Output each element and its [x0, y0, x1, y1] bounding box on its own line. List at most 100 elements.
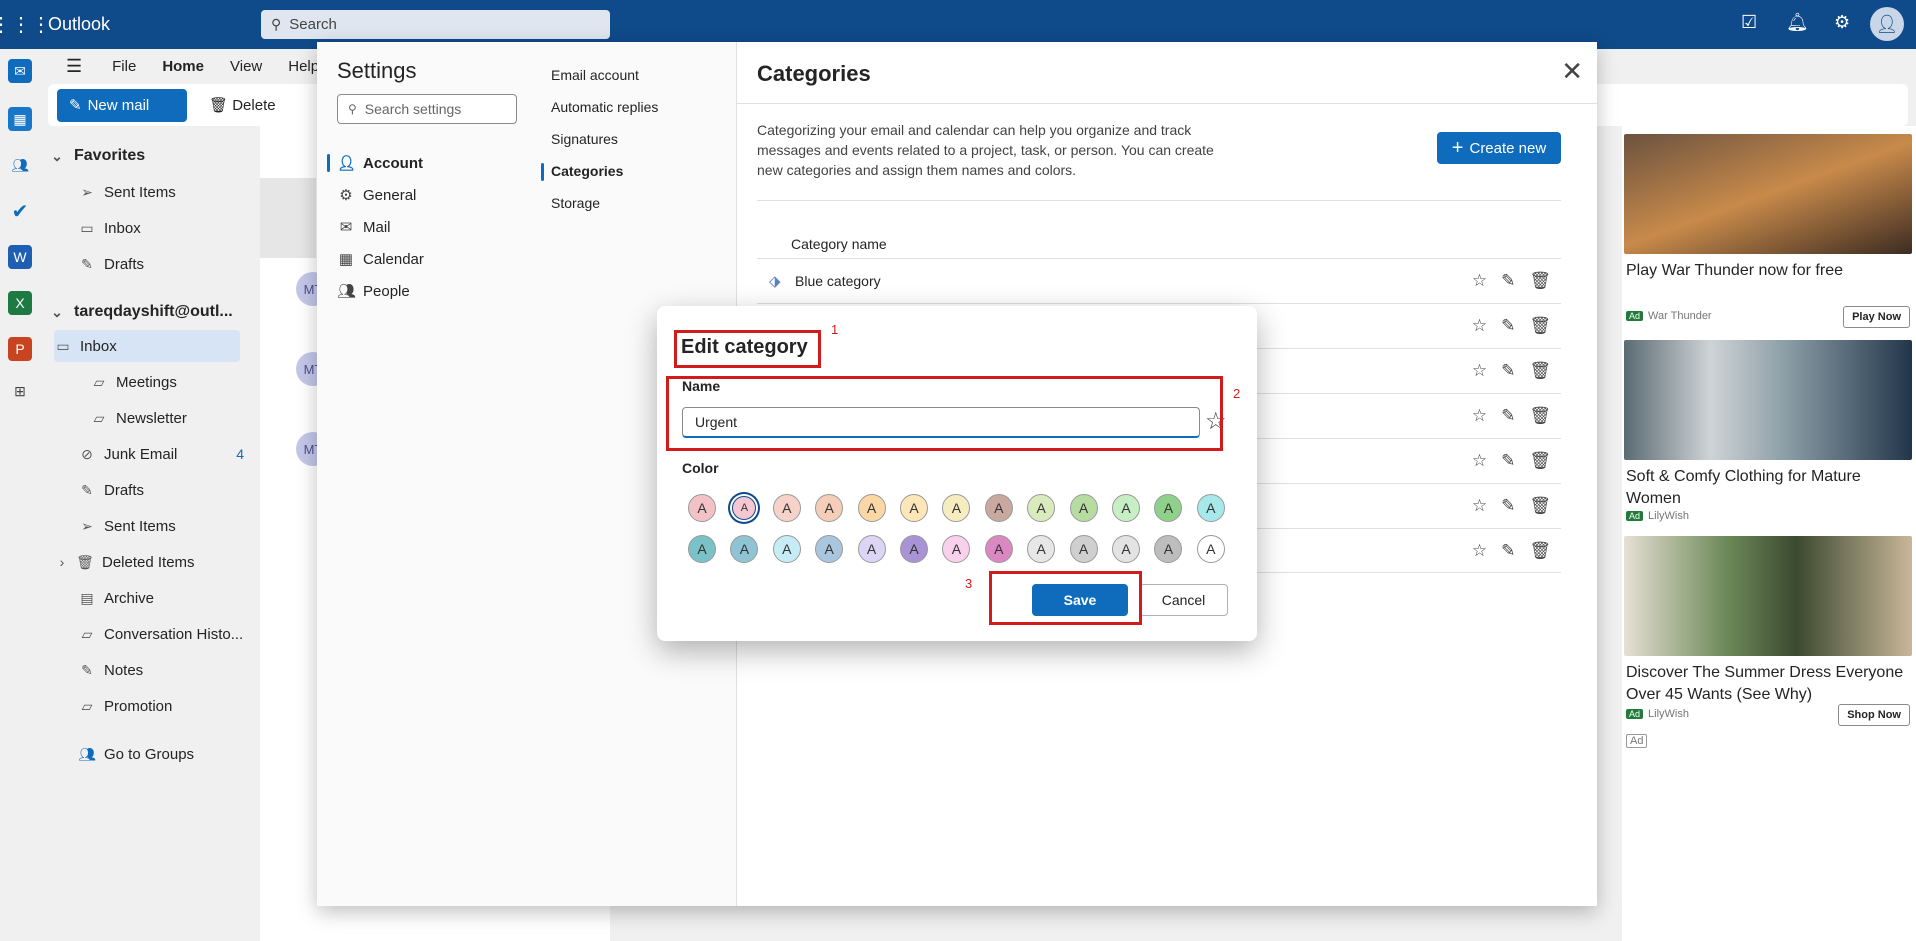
bell-icon[interactable]: 🔔︎	[1786, 12, 1809, 33]
star-icon[interactable]: ☆	[1472, 451, 1487, 471]
star-icon[interactable]: ☆	[1472, 541, 1487, 561]
favorites-header[interactable]: ⌄ Favorites	[48, 140, 248, 172]
todo-app-icon[interactable]: ✔	[8, 199, 32, 223]
word-icon[interactable]: W	[8, 245, 32, 269]
star-icon[interactable]: ☆	[1472, 271, 1487, 291]
folder-notes[interactable]: ✎ Notes	[78, 654, 278, 686]
edit-icon[interactable]: ✎	[1501, 451, 1515, 471]
avatar[interactable]: 👤︎	[1870, 7, 1904, 41]
color-swatch[interactable]: A	[1027, 535, 1056, 563]
star-icon[interactable]: ☆	[1472, 361, 1487, 381]
color-swatch[interactable]: A	[732, 496, 757, 520]
category-row[interactable]: ⬗ Blue category ☆ ✎ 🗑︎	[757, 258, 1561, 303]
settings-nav-mail[interactable]: ✉ Mail	[337, 213, 391, 241]
close-icon[interactable]: ✕	[1561, 56, 1583, 87]
color-swatch[interactable]: A	[900, 494, 928, 522]
account-header[interactable]: ⌄ tareqdayshift@outl...	[48, 296, 248, 328]
favorite-drafts[interactable]: ✎ Drafts	[78, 248, 278, 280]
color-swatch[interactable]: A	[857, 535, 886, 563]
folder-promotion[interactable]: ▱ Promotion	[78, 690, 278, 722]
trash-icon[interactable]: 🗑︎	[1529, 316, 1551, 336]
tab-file[interactable]: File	[112, 58, 136, 75]
app-launcher-icon[interactable]: ⋮⋮⋮	[0, 0, 51, 49]
color-swatch[interactable]: A	[1196, 494, 1225, 522]
color-swatch[interactable]: A	[1069, 494, 1098, 522]
edit-icon[interactable]: ✎	[1501, 361, 1515, 381]
app-title[interactable]: Outlook	[48, 14, 262, 35]
color-swatch[interactable]: A	[942, 535, 971, 563]
powerpoint-icon[interactable]: P	[8, 337, 32, 361]
edit-icon[interactable]: ✎	[1501, 316, 1515, 336]
color-swatch[interactable]: A	[1112, 535, 1140, 563]
todo-icon[interactable]: ☑	[1741, 12, 1757, 33]
color-swatch[interactable]: A	[815, 494, 844, 522]
edit-icon[interactable]: ✎	[1501, 271, 1515, 291]
people-app-icon[interactable]: 👥︎	[8, 153, 32, 177]
color-swatch[interactable]: A	[984, 535, 1013, 563]
tab-help[interactable]: Help	[288, 58, 319, 75]
color-swatch[interactable]: A	[1112, 494, 1140, 522]
folder-conversation-history[interactable]: ▱ Conversation Histo...	[78, 618, 278, 650]
subnav-email-account[interactable]: Email account	[551, 61, 639, 89]
ad-image[interactable]	[1624, 134, 1912, 254]
star-icon[interactable]: ☆	[1472, 316, 1487, 336]
color-swatch[interactable]: A	[1196, 535, 1225, 563]
subnav-categories[interactable]: Categories	[551, 157, 623, 185]
ad-image[interactable]	[1624, 536, 1912, 656]
ad-title[interactable]: Discover The Summer Dress Everyone Over …	[1626, 662, 1906, 706]
color-swatch[interactable]: A	[1154, 535, 1183, 563]
color-swatch[interactable]: A	[1027, 494, 1056, 522]
color-swatch[interactable]: A	[772, 535, 801, 563]
tab-home[interactable]: Home	[162, 58, 204, 75]
color-swatch[interactable]: A	[900, 535, 928, 563]
color-swatch[interactable]: A	[688, 494, 716, 522]
delete-button[interactable]: 🗑︎ Delete	[209, 96, 276, 114]
subnav-signatures[interactable]: Signatures	[551, 125, 618, 153]
trash-icon[interactable]: 🗑︎	[1529, 451, 1551, 471]
ad-image[interactable]	[1624, 340, 1912, 460]
color-swatch[interactable]: A	[730, 535, 759, 563]
color-swatch[interactable]: A	[1154, 494, 1183, 522]
settings-nav-account[interactable]: 👤︎ Account	[337, 149, 423, 177]
edit-icon[interactable]: ✎	[1501, 541, 1515, 561]
edit-icon[interactable]: ✎	[1501, 406, 1515, 426]
edit-icon[interactable]: ✎	[1501, 496, 1515, 516]
trash-icon[interactable]: 🗑︎	[1529, 361, 1551, 381]
more-apps-icon[interactable]: ⊞	[8, 379, 32, 403]
search-input[interactable]: ⚲ Search	[261, 10, 610, 39]
shop-now-button[interactable]: Shop Now	[1838, 704, 1910, 726]
color-swatch[interactable]: A	[815, 535, 844, 563]
adchoices-label[interactable]: Ad	[1626, 734, 1648, 748]
color-swatch[interactable]: A	[942, 494, 971, 522]
color-swatch[interactable]: A	[688, 535, 716, 563]
color-swatch[interactable]: A	[984, 494, 1013, 522]
star-icon[interactable]: ☆	[1472, 496, 1487, 516]
calendar-app-icon[interactable]: ▦	[8, 107, 32, 131]
create-new-button[interactable]: + Create new	[1437, 132, 1561, 164]
settings-nav-people[interactable]: 👥︎ People	[337, 277, 410, 305]
settings-nav-calendar[interactable]: ▦ Calendar	[337, 245, 424, 273]
tab-view[interactable]: View	[230, 58, 262, 75]
settings-nav-general[interactable]: ⚙ General	[337, 181, 416, 209]
folder-drafts[interactable]: ✎ Drafts	[78, 474, 278, 506]
gear-icon[interactable]: ⚙	[1834, 12, 1850, 33]
color-swatch[interactable]: A	[857, 494, 886, 522]
ad-title[interactable]: Soft & Comfy Clothing for Mature Women	[1626, 466, 1906, 510]
folder-deleted-items[interactable]: › 🗑︎ Deleted Items	[54, 546, 254, 578]
folder-inbox[interactable]: ▭ Inbox	[54, 330, 240, 362]
star-icon[interactable]: ☆	[1472, 406, 1487, 426]
settings-search-input[interactable]: ⚲ Search settings	[337, 94, 517, 124]
new-mail-button[interactable]: ✎ New mail	[57, 88, 187, 122]
favorite-inbox[interactable]: ▭ Inbox	[78, 212, 278, 244]
trash-icon[interactable]: 🗑︎	[1529, 406, 1551, 426]
color-swatch[interactable]: A	[772, 494, 801, 522]
cancel-button[interactable]: Cancel	[1139, 584, 1228, 616]
excel-icon[interactable]: X	[8, 291, 32, 315]
subnav-automatic-replies[interactable]: Automatic replies	[551, 93, 658, 121]
trash-icon[interactable]: 🗑︎	[1529, 271, 1551, 291]
folder-archive[interactable]: ▤ Archive	[78, 582, 278, 614]
subnav-storage[interactable]: Storage	[551, 189, 600, 217]
hamburger-icon[interactable]: ☰	[66, 56, 82, 77]
folder-sent-items[interactable]: ➢ Sent Items	[78, 510, 278, 542]
favorite-sent-items[interactable]: ➢ Sent Items	[78, 176, 278, 208]
